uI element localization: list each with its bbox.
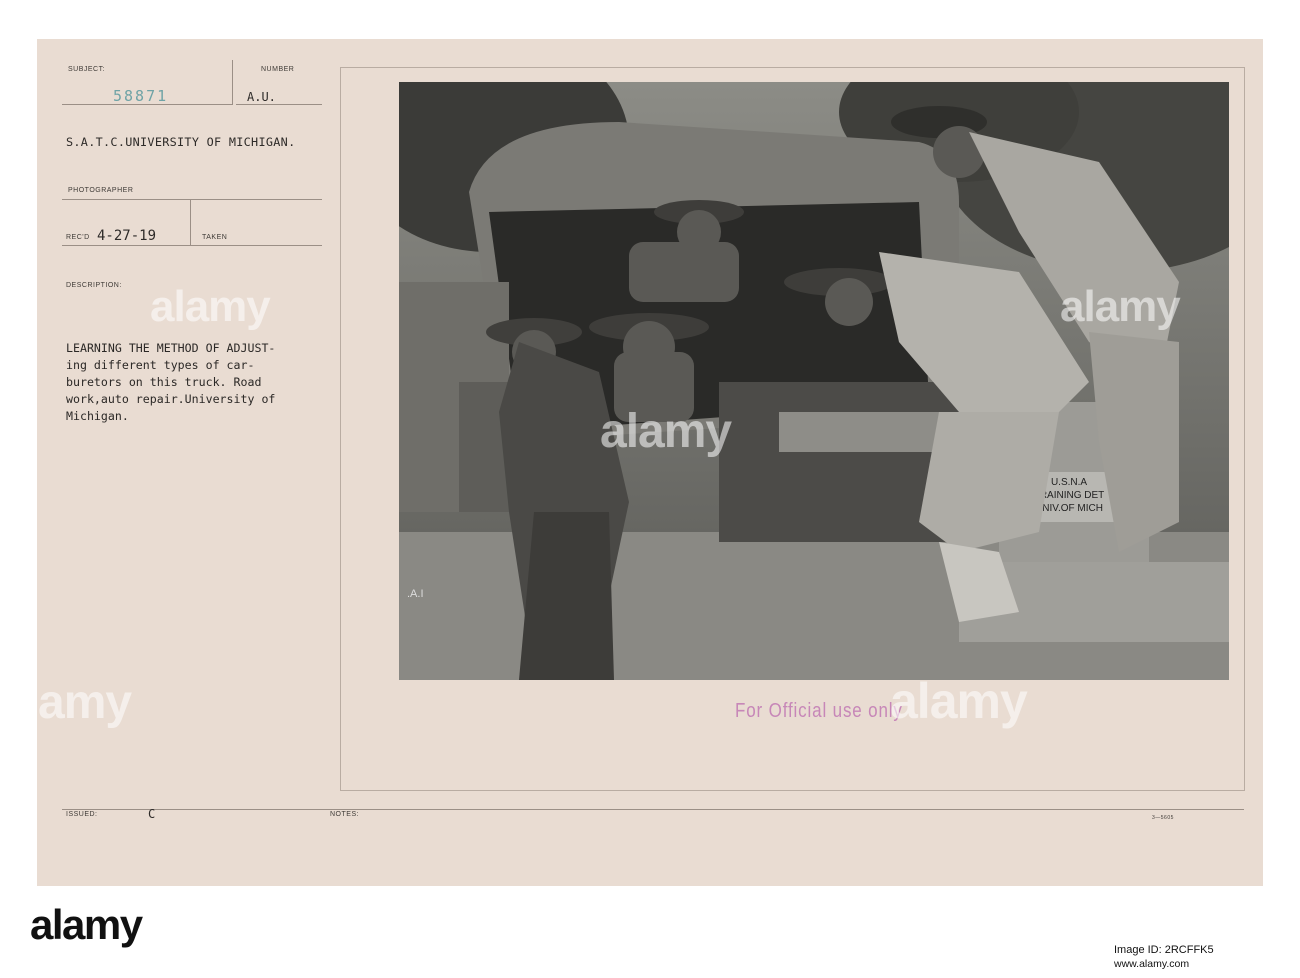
description-line: ing different types of car- [66, 358, 255, 372]
description-line: LEARNING THE METHOD OF ADJUST- [66, 341, 276, 355]
footer-image-id: Image ID: 2RCFFK5 [1114, 944, 1214, 956]
radiator-sign-line: UNIV.OF MICH [1035, 503, 1103, 514]
watermark: alamy [600, 405, 732, 458]
number-label: NUMBER [261, 66, 295, 73]
official-use-stamp: For Official use only [735, 700, 903, 722]
photograph: U.S.N.A TRAINING DET UNIV.OF MICH .A.I [399, 82, 1229, 680]
photographer-label: PHOTOGRAPHER [68, 187, 134, 194]
watermark: alamy [1060, 282, 1181, 331]
footer-url: www.alamy.com [1114, 958, 1190, 970]
issued-value: C [148, 807, 156, 821]
number-value: A.U. [247, 90, 276, 104]
form-number: 3—5605 [1152, 815, 1174, 821]
footer-bar [0, 886, 1300, 978]
issued-label: ISSUED: [66, 811, 98, 818]
description-line: buretors on this truck. Road [66, 375, 262, 389]
photo-illustration: U.S.N.A TRAINING DET UNIV.OF MICH .A.I [399, 82, 1229, 680]
watermark: alamy [890, 673, 1028, 729]
description-line: Michigan. [66, 409, 129, 423]
recd-label: REC'D [66, 234, 90, 241]
description-text: LEARNING THE METHOD OF ADJUST- ing diffe… [66, 340, 356, 425]
description-line: work,auto repair.University of [66, 392, 276, 406]
subject-label: SUBJECT: [68, 66, 106, 73]
subject-number: 58871 [113, 87, 169, 105]
description-label: DESCRIPTION: [66, 282, 122, 289]
taken-label: TAKEN [202, 234, 228, 241]
plate-mark: .A.I [407, 588, 424, 600]
unit-text: S.A.T.C.UNIVERSITY OF MICHIGAN. [66, 135, 296, 149]
radiator-sign-line: U.S.N.A [1051, 477, 1087, 488]
recd-date: 4-27-19 [97, 228, 157, 244]
watermark: alamy [150, 282, 271, 331]
watermark: alamy [0, 676, 132, 729]
footer-logo: alamy [30, 901, 143, 948]
notes-label: NOTES: [330, 811, 360, 818]
